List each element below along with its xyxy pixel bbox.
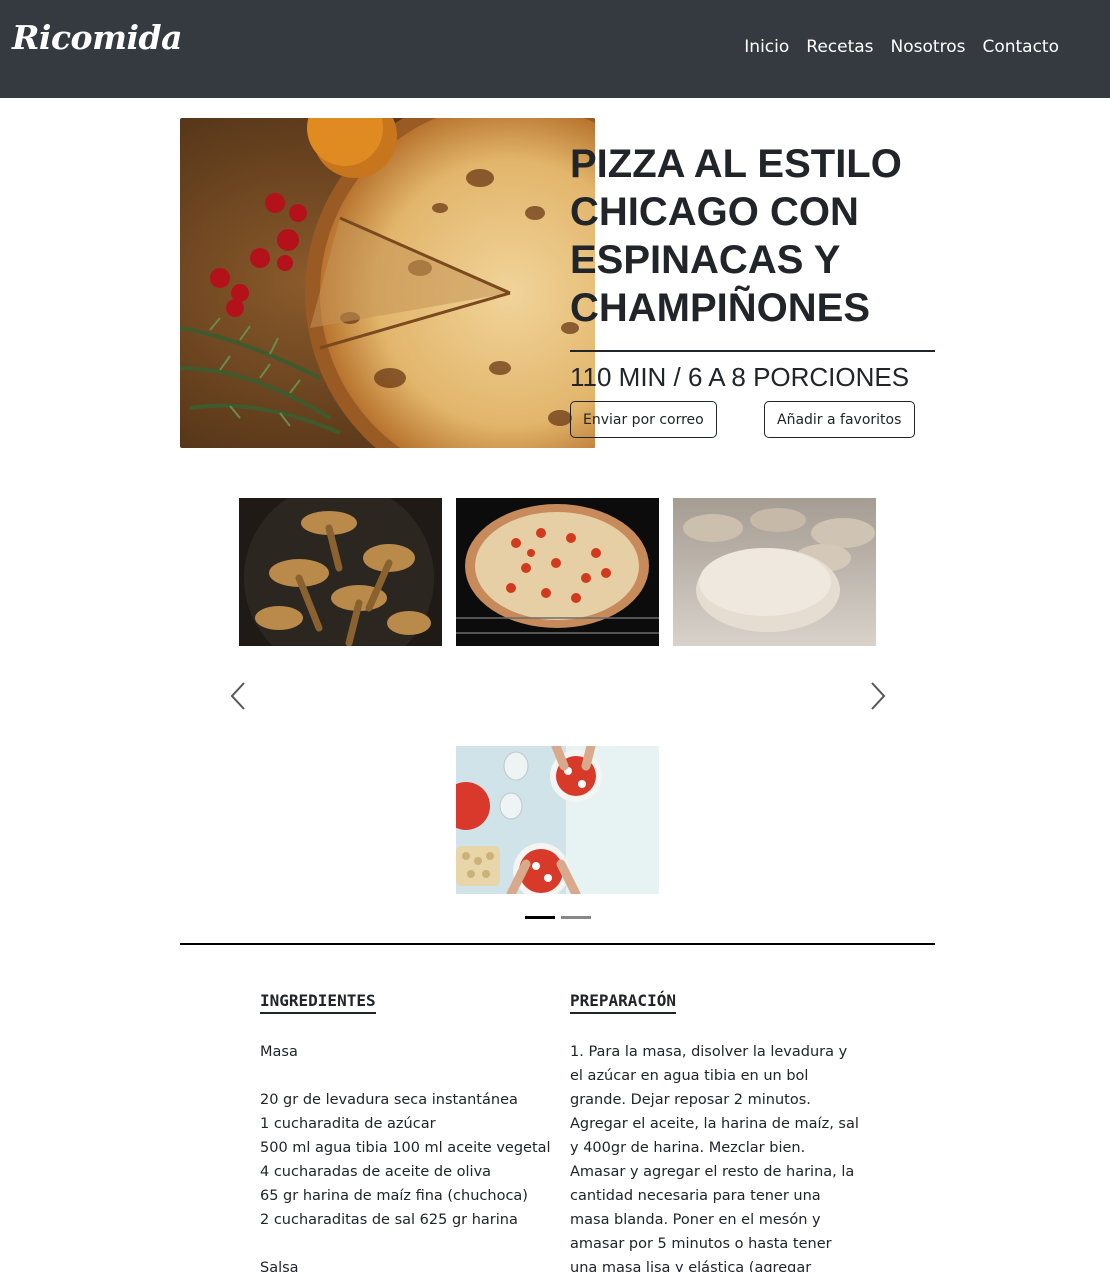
pizza-making-photo (456, 746, 659, 894)
carousel-next-button[interactable] (868, 680, 888, 712)
preparation-title: PREPARACIÓN (570, 991, 676, 1014)
ingredient-line: Salsa (260, 1260, 299, 1272)
pizza-oven-photo (456, 498, 659, 646)
recipe-title: Pizza al estilo Chicago con espinacas y … (570, 142, 902, 330)
add-favorite-button[interactable]: Añadir a favoritos (764, 401, 915, 438)
ingredient-line (260, 1232, 550, 1256)
ingredient-line: 65 gr harina de maíz fina (chuchoca) (260, 1188, 528, 1204)
nav-links: Inicio Recetas Nosotros Contacto (744, 37, 1059, 57)
nav-link-inicio[interactable]: Inicio (744, 37, 789, 57)
carousel-indicator-1[interactable] (525, 916, 555, 919)
ingredient-line: Masa (260, 1044, 298, 1060)
ingredient-line: 1 cucharadita de azúcar (260, 1116, 436, 1132)
ingredient-line: 4 cucharadas de aceite de oliva (260, 1164, 492, 1180)
section-divider (180, 943, 935, 945)
carousel-indicators (525, 916, 591, 919)
ingredients-title: INGREDIENTES (260, 991, 376, 1014)
ingredient-line (260, 1064, 550, 1088)
nav-link-recetas[interactable]: Recetas (806, 37, 873, 57)
nav-link-contacto[interactable]: Contacto (982, 37, 1059, 57)
recipe-meta: 110 min / 6 a 8 porciones (570, 362, 910, 392)
ingredient-line: 2 cucharaditas de sal 625 gr harina (260, 1212, 518, 1228)
ingredient-line: 20 gr de levadura seca instantánea (260, 1092, 518, 1108)
hero-pizza-image (180, 118, 595, 448)
ingredient-line: 500 ml agua tibia 100 ml aceite vegetal (260, 1140, 551, 1156)
navbar: Ricomida Inicio Recetas Nosotros Contact… (0, 0, 1110, 98)
chevron-right-icon (871, 682, 886, 710)
dough-photo (673, 498, 876, 646)
carousel-indicator-2[interactable] (561, 916, 591, 919)
mushrooms-photo (239, 498, 442, 646)
carousel-prev-button[interactable] (228, 680, 248, 712)
preparation-text: 1. Para la masa, disolver la levadura y … (570, 1044, 859, 1272)
brand-logo[interactable]: Ricomida (12, 18, 182, 57)
email-button[interactable]: Enviar por correo (570, 401, 717, 438)
nav-link-nosotros[interactable]: Nosotros (891, 37, 966, 57)
title-divider (570, 350, 935, 352)
chevron-left-icon (230, 682, 245, 710)
ingredients-list: Masa 20 gr de levadura seca instantánea … (260, 1040, 551, 1272)
